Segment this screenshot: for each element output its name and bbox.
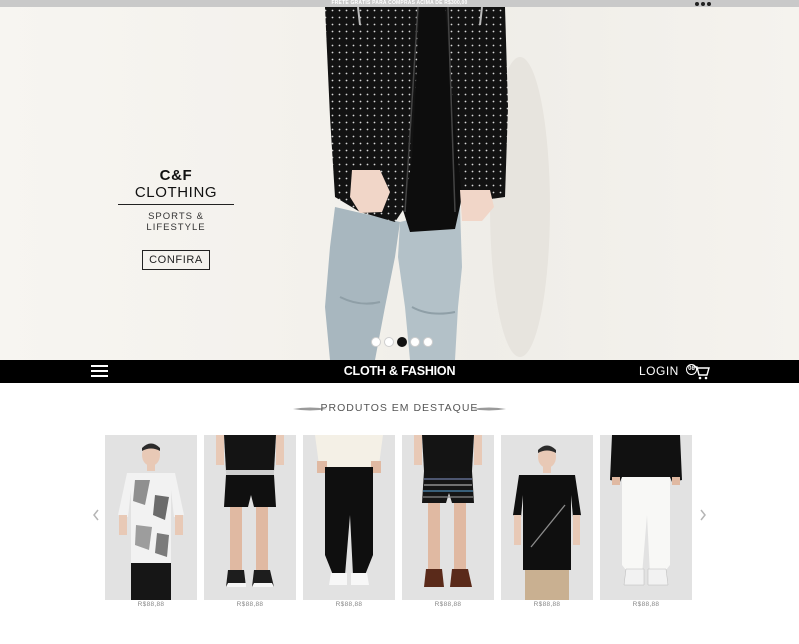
product-price: R$88,88: [137, 601, 165, 608]
promo-bar: FRETE GRÁTIS PARA COMPRAS ACIMA DE R$300…: [0, 0, 799, 7]
products-next-icon[interactable]: [698, 508, 708, 522]
product-price: R$88,88: [632, 601, 660, 608]
hero-brand-bold: C&F: [159, 167, 193, 184]
product-image: [204, 435, 296, 600]
site-logo[interactable]: CLOTH & FASHION: [0, 360, 799, 383]
featured-products-title: PRODUTOS EM DESTAQUE: [320, 402, 479, 414]
product-card[interactable]: R$88,88: [105, 435, 197, 613]
carousel-dots: [371, 337, 433, 347]
carousel-dot-3[interactable]: [397, 337, 407, 347]
promo-text: FRETE GRÁTIS PARA COMPRAS ACIMA DE R$300…: [331, 0, 468, 6]
product-price: R$88,88: [335, 601, 363, 608]
carousel-dot-2[interactable]: [384, 337, 394, 347]
hero-brand: C&F CLOTHING: [118, 167, 234, 205]
hero-subtitle: SPORTS & LIFESTYLE: [146, 211, 206, 233]
promo-more-icon[interactable]: [695, 2, 711, 6]
product-card[interactable]: R$88,88: [204, 435, 296, 613]
products-carousel: R$88,88 R$88,88 R$88,88 R$88,88 R$88,88 …: [105, 435, 695, 615]
login-link[interactable]: LOGIN: [639, 360, 679, 383]
product-price: R$88,88: [434, 601, 462, 608]
product-image: [600, 435, 692, 600]
confira-button[interactable]: CONFIRA: [142, 250, 210, 270]
carousel-dot-1[interactable]: [371, 337, 381, 347]
product-price: R$88,88: [533, 601, 561, 608]
carousel-dot-4[interactable]: [410, 337, 420, 347]
product-price: R$88,88: [236, 601, 264, 608]
product-card[interactable]: R$88,88: [303, 435, 395, 613]
product-card[interactable]: R$88,88: [402, 435, 494, 613]
cart-icon[interactable]: 08: [684, 363, 710, 380]
products-prev-icon[interactable]: [91, 508, 101, 522]
title-ornament-right: [472, 407, 506, 411]
product-image: [402, 435, 494, 600]
main-navbar: CLOTH & FASHION LOGIN 08: [0, 360, 799, 383]
carousel-dot-5[interactable]: [423, 337, 433, 347]
product-image: [105, 435, 197, 600]
hero-copy: C&F CLOTHING SPORTS & LIFESTYLE CONFIRA: [118, 167, 234, 270]
product-card[interactable]: R$88,88: [501, 435, 593, 613]
hero-banner: C&F CLOTHING SPORTS & LIFESTYLE CONFIRA: [0, 7, 799, 360]
hero-brand-rest: CLOTHING: [134, 184, 218, 201]
product-image: [501, 435, 593, 600]
product-card[interactable]: R$88,88: [600, 435, 692, 613]
product-image: [303, 435, 395, 600]
